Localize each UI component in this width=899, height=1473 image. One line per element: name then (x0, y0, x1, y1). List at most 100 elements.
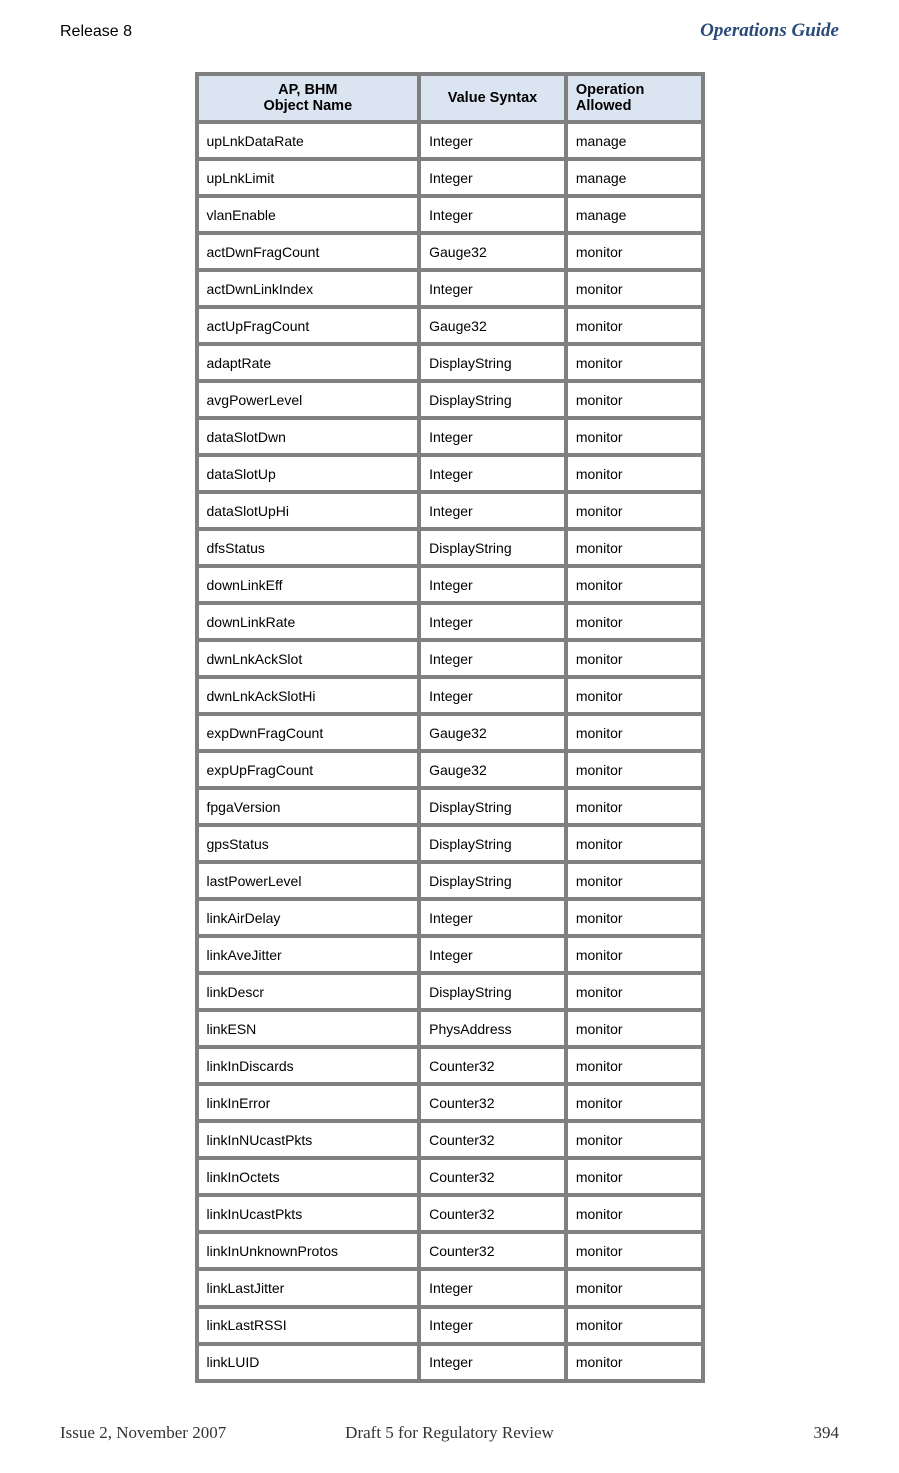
cell-operation: manage (566, 122, 703, 159)
cell-object-name: fpgaVersion (197, 788, 420, 825)
cell-value-syntax: Integer (419, 159, 566, 196)
table-row: actDwnFragCountGauge32monitor (197, 233, 703, 270)
cell-operation: monitor (566, 455, 703, 492)
cell-object-name: linkAveJitter (197, 936, 420, 973)
cell-object-name: dwnLnkAckSlotHi (197, 677, 420, 714)
cell-object-name: gpsStatus (197, 825, 420, 862)
table-row: actDwnLinkIndexIntegermonitor (197, 270, 703, 307)
cell-operation: monitor (566, 1269, 703, 1306)
cell-operation: monitor (566, 492, 703, 529)
cell-operation: monitor (566, 233, 703, 270)
header-left-text: Release 8 (60, 23, 132, 41)
table-row: actUpFragCountGauge32monitor (197, 307, 703, 344)
cell-object-name: linkDescr (197, 973, 420, 1010)
table-row: adaptRateDisplayStringmonitor (197, 344, 703, 381)
cell-value-syntax: Integer (419, 1269, 566, 1306)
cell-value-syntax: Integer (419, 899, 566, 936)
cell-value-syntax: DisplayString (419, 788, 566, 825)
table-row: dfsStatusDisplayStringmonitor (197, 529, 703, 566)
cell-value-syntax: Counter32 (419, 1232, 566, 1269)
cell-object-name: dataSlotUpHi (197, 492, 420, 529)
table-row: linkAirDelayIntegermonitor (197, 899, 703, 936)
cell-operation: monitor (566, 1010, 703, 1047)
table-row: expUpFragCountGauge32monitor (197, 751, 703, 788)
cell-operation: monitor (566, 1195, 703, 1232)
cell-value-syntax: Integer (419, 1307, 566, 1344)
page-content: AP, BHM Object Name Value Syntax Operati… (60, 72, 839, 1383)
cell-value-syntax: Integer (419, 1344, 566, 1381)
table-row: linkInNUcastPktsCounter32monitor (197, 1121, 703, 1158)
table-row: gpsStatusDisplayStringmonitor (197, 825, 703, 862)
table-row: linkInUcastPktsCounter32monitor (197, 1195, 703, 1232)
cell-object-name: linkInError (197, 1084, 420, 1121)
cell-object-name: upLnkLimit (197, 159, 420, 196)
cell-value-syntax: Integer (419, 603, 566, 640)
cell-operation: monitor (566, 677, 703, 714)
cell-object-name: linkInNUcastPkts (197, 1121, 420, 1158)
cell-object-name: linkInUnknownProtos (197, 1232, 420, 1269)
cell-value-syntax: Integer (419, 196, 566, 233)
table-row: linkAveJitterIntegermonitor (197, 936, 703, 973)
table-body: upLnkDataRateIntegermanageupLnkLimitInte… (197, 122, 703, 1381)
cell-object-name: actDwnFragCount (197, 233, 420, 270)
table-row: linkInErrorCounter32monitor (197, 1084, 703, 1121)
cell-value-syntax: Integer (419, 492, 566, 529)
cell-operation: monitor (566, 899, 703, 936)
cell-object-name: linkLastJitter (197, 1269, 420, 1306)
table-row: vlanEnableIntegermanage (197, 196, 703, 233)
table-row: downLinkEffIntegermonitor (197, 566, 703, 603)
cell-operation: monitor (566, 1047, 703, 1084)
cell-operation: monitor (566, 344, 703, 381)
table-row: linkInDiscardsCounter32monitor (197, 1047, 703, 1084)
table-row: linkESNPhysAddressmonitor (197, 1010, 703, 1047)
cell-value-syntax: Integer (419, 122, 566, 159)
header-object-name-line1: AP, BHM (278, 82, 337, 98)
cell-object-name: actDwnLinkIndex (197, 270, 420, 307)
cell-object-name: dfsStatus (197, 529, 420, 566)
cell-operation: monitor (566, 1084, 703, 1121)
cell-operation: monitor (566, 1344, 703, 1381)
cell-operation: monitor (566, 862, 703, 899)
cell-operation: monitor (566, 1232, 703, 1269)
table-row: linkDescrDisplayStringmonitor (197, 973, 703, 1010)
cell-operation: monitor (566, 1158, 703, 1195)
cell-object-name: dataSlotUp (197, 455, 420, 492)
table-row: upLnkDataRateIntegermanage (197, 122, 703, 159)
cell-operation: monitor (566, 788, 703, 825)
header-object-name-line2: Object Name (263, 98, 352, 114)
cell-value-syntax: DisplayString (419, 825, 566, 862)
header-operation-allowed: Operation Allowed (566, 74, 703, 122)
object-table: AP, BHM Object Name Value Syntax Operati… (195, 72, 705, 1383)
cell-operation: monitor (566, 714, 703, 751)
cell-object-name: expDwnFragCount (197, 714, 420, 751)
cell-operation: manage (566, 159, 703, 196)
cell-value-syntax: Counter32 (419, 1047, 566, 1084)
cell-value-syntax: Gauge32 (419, 751, 566, 788)
cell-object-name: dataSlotDwn (197, 418, 420, 455)
cell-object-name: vlanEnable (197, 196, 420, 233)
cell-value-syntax: Gauge32 (419, 233, 566, 270)
cell-value-syntax: PhysAddress (419, 1010, 566, 1047)
cell-object-name: downLinkEff (197, 566, 420, 603)
cell-object-name: lastPowerLevel (197, 862, 420, 899)
table-row: fpgaVersionDisplayStringmonitor (197, 788, 703, 825)
header-right-text: Operations Guide (700, 20, 839, 42)
table-row: linkLastRSSIIntegermonitor (197, 1307, 703, 1344)
header-value-syntax: Value Syntax (419, 74, 566, 122)
table-row: linkLUIDIntegermonitor (197, 1344, 703, 1381)
cell-object-name: upLnkDataRate (197, 122, 420, 159)
footer-left-text: Issue 2, November 2007 (60, 1423, 320, 1443)
table-row: expDwnFragCountGauge32monitor (197, 714, 703, 751)
table-row: dwnLnkAckSlotHiIntegermonitor (197, 677, 703, 714)
table-row: dwnLnkAckSlotIntegermonitor (197, 640, 703, 677)
cell-value-syntax: Integer (419, 418, 566, 455)
cell-value-syntax: DisplayString (419, 344, 566, 381)
table-row: lastPowerLevelDisplayStringmonitor (197, 862, 703, 899)
cell-object-name: downLinkRate (197, 603, 420, 640)
header-value-syntax-text: Value Syntax (448, 90, 537, 106)
cell-value-syntax: Integer (419, 270, 566, 307)
cell-value-syntax: Integer (419, 677, 566, 714)
cell-operation: monitor (566, 418, 703, 455)
cell-operation: manage (566, 196, 703, 233)
cell-operation: monitor (566, 1121, 703, 1158)
